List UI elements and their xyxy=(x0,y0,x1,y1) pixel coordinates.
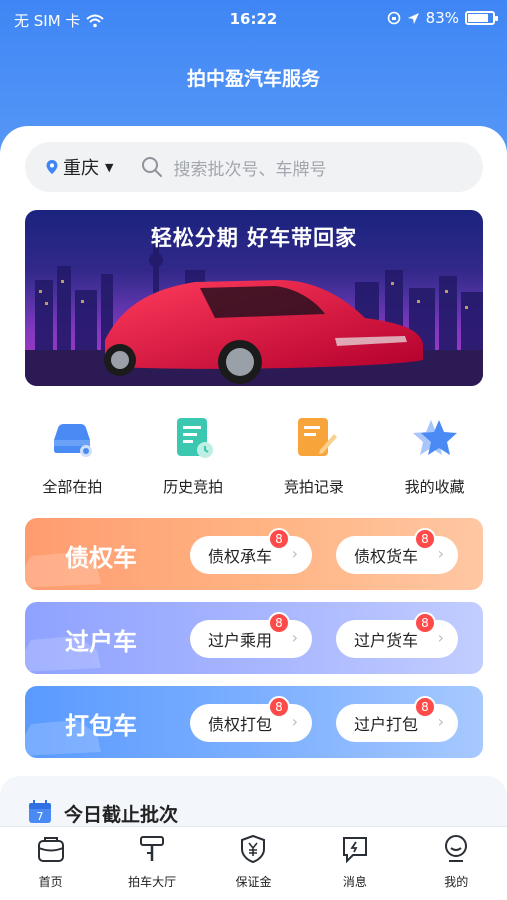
quick-label: 历史竞拍 xyxy=(163,478,224,496)
chevron-right-icon: › xyxy=(437,544,444,563)
car-icon xyxy=(54,424,93,457)
debt-passenger-button[interactable]: 债权承车 › xyxy=(190,536,312,574)
calendar-icon: 7 xyxy=(29,800,51,823)
count-badge: 8 xyxy=(414,528,436,550)
city-label: 重庆 xyxy=(63,158,99,179)
bottom-tab-bar: 首页 拍车大厅 保证金 消息 我的 xyxy=(0,826,507,900)
debt-package-button[interactable]: 债权打包 › xyxy=(190,704,312,742)
count-badge: 8 xyxy=(414,612,436,634)
search-icon xyxy=(142,157,163,177)
quick-all-auctions[interactable]: 全部在拍 xyxy=(22,414,122,504)
tab-label: 消息 xyxy=(342,875,367,889)
tab-messages[interactable]: 消息 xyxy=(310,827,400,900)
record-edit-icon xyxy=(297,418,337,456)
quick-my-favorites[interactable]: 我的收藏 xyxy=(385,414,485,504)
location-pin-icon xyxy=(46,160,58,174)
button-label: 债权打包 xyxy=(208,715,273,734)
gavel-icon xyxy=(140,836,165,861)
count-badge: 8 xyxy=(268,696,290,718)
search-bar[interactable]: 重庆 ▼ 搜索批次号、车牌号 xyxy=(25,142,483,192)
button-label: 过户货车 xyxy=(354,631,419,650)
transfer-package-button[interactable]: 过户打包 › xyxy=(336,704,458,742)
profile-icon xyxy=(445,835,468,862)
count-badge: 8 xyxy=(268,528,290,550)
promo-banner[interactable]: 轻松分期 好车带回家 xyxy=(25,210,483,386)
transfer-truck-button[interactable]: 过户货车 › xyxy=(336,620,458,658)
category-package-cars: 打包车 债权打包 › 过户打包 › xyxy=(25,686,483,758)
count-badge: 8 xyxy=(414,696,436,718)
location-arrow-icon xyxy=(407,12,419,24)
button-label: 过户乘用 xyxy=(208,631,273,650)
button-label: 债权货车 xyxy=(354,547,419,566)
button-label: 债权承车 xyxy=(208,547,273,566)
category-debt-cars: 债权车 债权承车 › 债权货车 › xyxy=(25,518,483,590)
quick-label: 竞拍记录 xyxy=(283,478,344,496)
chevron-right-icon: › xyxy=(291,712,298,731)
tab-profile[interactable]: 我的 xyxy=(411,827,501,900)
tab-label: 拍车大厅 xyxy=(128,875,177,889)
quick-actions: 全部在拍 历史竞拍 竞拍记录 我的收藏 xyxy=(0,414,507,504)
tab-label: 首页 xyxy=(38,875,63,889)
tab-label: 保证金 xyxy=(235,875,272,889)
category-title: 打包车 xyxy=(65,712,137,740)
category-title: 过户车 xyxy=(65,628,137,656)
rotation-lock-icon xyxy=(387,11,400,25)
section-title: 今日截止批次 xyxy=(64,804,179,826)
shield-yen-icon xyxy=(241,834,266,864)
chevron-right-icon: › xyxy=(291,628,298,647)
calendar-day: 7 xyxy=(37,810,44,823)
tab-deposit[interactable]: 保证金 xyxy=(208,827,298,900)
count-badge: 8 xyxy=(268,612,290,634)
category-title: 债权车 xyxy=(65,544,137,572)
city-selector[interactable]: 重庆 ▼ xyxy=(25,154,113,180)
message-icon xyxy=(342,837,367,864)
page-title: 拍中盈汽车服务 xyxy=(186,68,320,90)
quick-label: 我的收藏 xyxy=(404,478,465,496)
battery-percent: 83% xyxy=(425,9,459,27)
tab-home[interactable]: 首页 xyxy=(6,827,96,900)
button-label: 过户打包 xyxy=(354,715,419,734)
main-content: 重庆 ▼ 搜索批次号、车牌号 轻松分期 好车带回家 全部在拍 历史竞拍 竞拍记录… xyxy=(0,126,507,836)
debt-truck-button[interactable]: 债权货车 › xyxy=(336,536,458,574)
transfer-passenger-button[interactable]: 过户乘用 › xyxy=(190,620,312,658)
quick-auction-records[interactable]: 竞拍记录 xyxy=(264,414,364,504)
category-transfer-cars: 过户车 过户乘用 › 过户货车 › xyxy=(25,602,483,674)
search-input[interactable]: 搜索批次号、车牌号 xyxy=(173,155,326,180)
caret-down-icon: ▼ xyxy=(105,160,114,174)
home-bag-icon xyxy=(37,837,64,862)
banner-title: 轻松分期 好车带回家 xyxy=(150,226,358,250)
quick-label: 全部在拍 xyxy=(42,478,103,496)
tab-auction-hall[interactable]: 拍车大厅 xyxy=(107,827,197,900)
chevron-right-icon: › xyxy=(437,628,444,647)
chevron-right-icon: › xyxy=(291,544,298,563)
status-bar: 无 SIM 卡 16:22 83% xyxy=(0,0,507,38)
battery-icon xyxy=(465,11,498,25)
quick-history-auctions[interactable]: 历史竞拍 xyxy=(143,414,243,504)
tab-label: 我的 xyxy=(444,875,469,889)
history-doc-icon xyxy=(177,418,214,458)
chevron-right-icon: › xyxy=(437,712,444,731)
star-icon xyxy=(412,420,457,455)
